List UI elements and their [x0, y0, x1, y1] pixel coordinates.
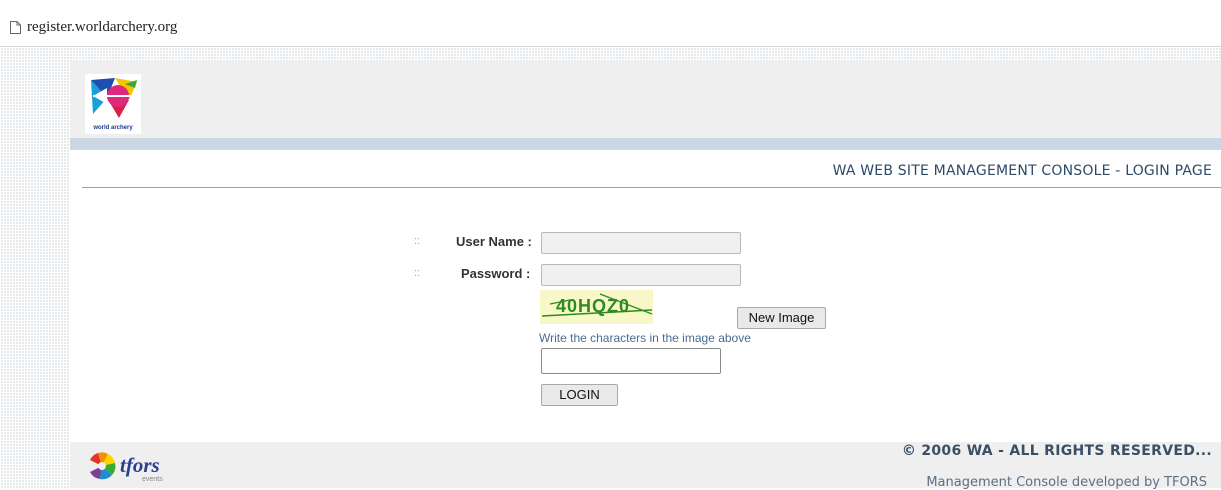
title-divider	[82, 187, 1221, 188]
captcha-text: 40HQZ0	[556, 296, 630, 316]
tfors-logo[interactable]: tfors events	[86, 448, 176, 484]
tfors-logo-subtext: events	[142, 476, 163, 483]
world-archery-logo-icon	[89, 77, 137, 118]
world-archery-logo[interactable]: world archery	[85, 74, 141, 134]
username-label: User Name :	[456, 234, 532, 249]
header-divider-strip	[70, 138, 1221, 150]
logo-caption: world archery	[93, 125, 133, 131]
password-bullet: ::	[414, 267, 421, 279]
copyright-text: © 2006 WA - ALL RIGHTS RESERVED...	[901, 443, 1212, 459]
header-band	[70, 61, 1221, 138]
page-title: WA WEB SITE MANAGEMENT CONSOLE - LOGIN P…	[832, 163, 1212, 179]
username-input[interactable]	[541, 232, 741, 254]
tfors-logo-icon: tfors events	[90, 452, 163, 483]
captcha-input[interactable]	[541, 348, 721, 374]
new-image-button[interactable]: New Image	[737, 307, 826, 329]
username-bullet: ::	[414, 235, 421, 247]
tfors-logo-text: tfors	[120, 453, 160, 477]
captcha-hint: Write the characters in the image above	[539, 331, 751, 345]
password-label: Password :	[461, 266, 531, 281]
password-input[interactable]	[541, 264, 741, 286]
captcha-image: 40HQZ0	[540, 290, 653, 324]
footer: tfors events © 2006 WA - ALL RIGHTS RESE…	[70, 442, 1221, 490]
login-content: WA WEB SITE MANAGEMENT CONSOLE - LOGIN P…	[70, 150, 1221, 442]
page-icon	[10, 21, 21, 34]
browser-address-bar[interactable]: register.worldarchery.org	[0, 0, 1221, 47]
captcha-graphic: 40HQZ0	[540, 290, 653, 324]
login-button[interactable]: LOGIN	[541, 384, 618, 406]
address-url[interactable]: register.worldarchery.org	[27, 19, 177, 36]
